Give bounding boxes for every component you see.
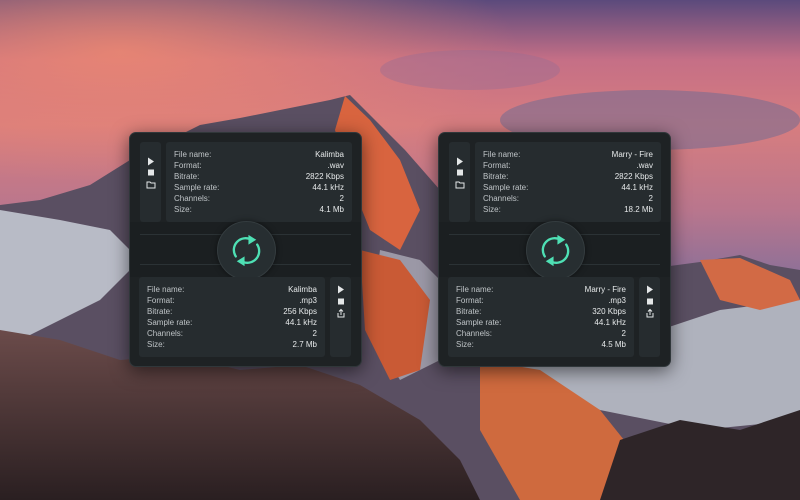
bitrate-value: 320 Kbps (592, 307, 626, 316)
play-button[interactable] (144, 156, 157, 167)
open-folder-button[interactable] (144, 179, 157, 190)
file-name-label: File name: (174, 150, 212, 159)
play-icon (338, 285, 344, 294)
sample-rate-value: 44.1 kHz (594, 318, 626, 327)
bitrate-value: 2822 Kbps (305, 172, 344, 181)
bitrate-label: Bitrate: (456, 307, 482, 316)
convert-button[interactable] (526, 221, 585, 280)
file-name-value: Marry - Fire (584, 285, 626, 294)
bitrate-label: Bitrate: (174, 172, 200, 181)
stop-button[interactable] (453, 167, 466, 178)
output-controls (330, 277, 351, 357)
desktop-wallpaper (0, 0, 800, 500)
size-label: Size: (483, 205, 501, 214)
open-folder-button[interactable] (453, 179, 466, 190)
stop-icon (148, 169, 154, 176)
channels-label: Channels: (483, 194, 520, 203)
bitrate-label: Bitrate: (147, 307, 173, 316)
sample-rate-value: 44.1 kHz (621, 183, 653, 192)
source-controls (449, 142, 470, 222)
convert-button[interactable] (217, 221, 276, 280)
size-label: Size: (147, 340, 165, 349)
sample-rate-label: Sample rate: (147, 318, 193, 327)
format-label: Format: (483, 161, 511, 170)
share-button[interactable] (334, 308, 347, 319)
channels-value: 2 (339, 194, 344, 203)
size-value: 2.7 Mb (292, 340, 317, 349)
folder-icon (455, 181, 465, 189)
share-button[interactable] (643, 308, 656, 319)
size-label: Size: (456, 340, 474, 349)
channels-label: Channels: (456, 329, 493, 338)
format-label: Format: (147, 296, 175, 305)
format-label: Format: (174, 161, 202, 170)
play-icon (647, 285, 653, 294)
size-value: 4.1 Mb (319, 205, 344, 214)
converter-panel-marry-fire: File name: Marry - Fire Format: .wav Bitra… (438, 132, 671, 367)
share-icon (337, 308, 345, 318)
stop-icon (647, 298, 653, 305)
stop-button[interactable] (643, 296, 656, 307)
play-icon (148, 157, 154, 166)
source-controls (140, 142, 161, 222)
folder-icon (146, 181, 156, 189)
output-controls (639, 277, 660, 357)
sample-rate-label: Sample rate: (174, 183, 220, 192)
format-value: .wav (327, 161, 344, 170)
format-label: Format: (456, 296, 484, 305)
channels-value: 2 (621, 329, 626, 338)
output-file-info: File name: Marry - Fire Format: .mp3 Bitra… (448, 277, 634, 357)
file-name-label: File name: (147, 285, 185, 294)
channels-value: 2 (312, 329, 317, 338)
file-name-label: File name: (483, 150, 521, 159)
play-button[interactable] (643, 284, 656, 295)
size-value: 4.5 Mb (601, 340, 626, 349)
size-label: Size: (174, 205, 192, 214)
sample-rate-label: Sample rate: (483, 183, 529, 192)
sample-rate-label: Sample rate: (456, 318, 502, 327)
source-file-info: File name: Kalimba Format: .wav Bitrate: 28… (166, 142, 352, 222)
play-icon (457, 157, 463, 166)
play-button[interactable] (453, 156, 466, 167)
share-icon (646, 308, 654, 318)
file-name-value: Kalimba (288, 285, 317, 294)
channels-label: Channels: (174, 194, 211, 203)
bitrate-value: 256 Kbps (283, 307, 317, 316)
stop-button[interactable] (144, 167, 157, 178)
stop-icon (338, 298, 344, 305)
channels-label: Channels: (147, 329, 184, 338)
converter-panel-kalimba: File name: Kalimba Format: .wav Bitrate: 28… (129, 132, 362, 367)
channels-value: 2 (648, 194, 653, 203)
play-button[interactable] (334, 284, 347, 295)
format-value: .wav (636, 161, 653, 170)
bitrate-value: 2822 Kbps (614, 172, 653, 181)
format-value: .mp3 (299, 296, 317, 305)
file-name-value: Marry - Fire (611, 150, 653, 159)
stop-button[interactable] (334, 296, 347, 307)
format-value: .mp3 (608, 296, 626, 305)
sample-rate-value: 44.1 kHz (312, 183, 344, 192)
sample-rate-value: 44.1 kHz (285, 318, 317, 327)
convert-arrows-icon (232, 234, 261, 267)
bitrate-label: Bitrate: (483, 172, 509, 181)
file-name-value: Kalimba (315, 150, 344, 159)
source-file-info: File name: Marry - Fire Format: .wav Bitra… (475, 142, 661, 222)
output-file-info: File name: Kalimba Format: .mp3 Bitrate: 25… (139, 277, 325, 357)
convert-arrows-icon (541, 234, 570, 267)
stop-icon (457, 169, 463, 176)
size-value: 18.2 Mb (624, 205, 653, 214)
file-name-label: File name: (456, 285, 494, 294)
